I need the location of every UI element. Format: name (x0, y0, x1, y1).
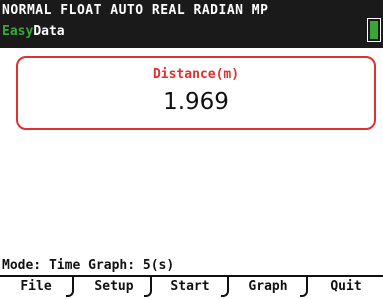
status-bar: NORMAL FLOAT AUTO REAL RADIAN MP EasyDat… (0, 0, 383, 48)
softkey-divider (66, 277, 74, 297)
app-title-prefix: Easy (2, 24, 34, 39)
app-title: EasyData (2, 24, 65, 39)
calculator-mode-line: NORMAL FLOAT AUTO REAL RADIAN MP (2, 3, 269, 18)
sensor-reading-label: Distance(m) (152, 67, 240, 82)
softkey-bar: File Setup Start Graph Quit (0, 275, 383, 299)
sensor-reading-value: 1.969 (163, 89, 229, 115)
graph-softkey[interactable]: Graph (232, 277, 304, 299)
start-softkey[interactable]: Start (154, 277, 226, 299)
sensor-reading-panel: Distance(m) 1.969 (16, 56, 376, 130)
battery-level-fill (370, 21, 378, 39)
file-softkey[interactable]: File (2, 277, 70, 299)
softkey-divider (221, 277, 229, 297)
softkey-divider (144, 277, 152, 297)
battery-icon (367, 18, 381, 42)
quit-softkey[interactable]: Quit (310, 277, 382, 299)
softkey-divider (300, 277, 308, 297)
app-title-name: Data (33, 24, 65, 39)
collection-mode-text: Mode: Time Graph: 5(s) (2, 258, 175, 273)
setup-softkey[interactable]: Setup (78, 277, 150, 299)
